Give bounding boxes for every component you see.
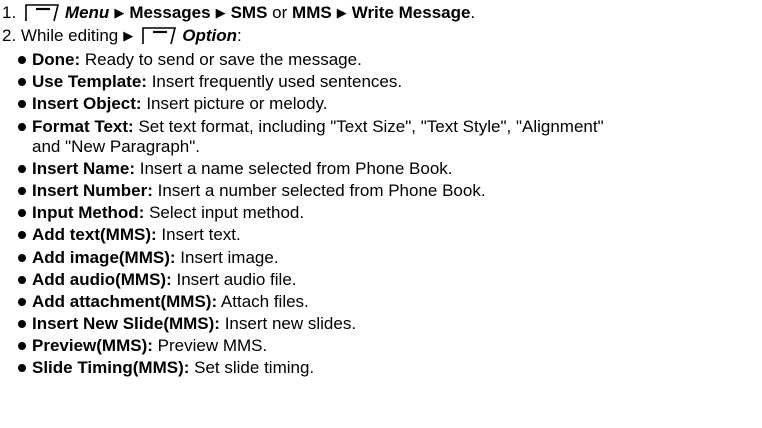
option-desc: Preview MMS. [157,336,268,356]
bullet-icon [18,342,26,351]
option-term: Input Method: [32,203,145,223]
step-1-end: . [470,3,476,22]
step-1-number: 1. [2,3,17,22]
option-term: Add text(MMS): [32,225,157,245]
option-term: Insert Object: [32,94,142,114]
bullet-icon [18,78,26,87]
step-2-end: : [237,26,242,45]
option-term: Use Template: [32,72,147,92]
option-desc: Insert image. [180,247,279,267]
option-term: Slide Timing(MMS): [32,358,190,378]
menu-label: Menu [64,3,110,22]
option-term: Format Text: [32,116,134,136]
option-desc: Insert a name selected from Phone Book. [139,158,453,178]
list-item-add-attachment: Add attachment(MMS): Attach files. [18,292,760,312]
list-item-add-image: Add image(MMS): Insert image. [18,248,760,268]
option-term: Add audio(MMS): [32,269,172,289]
option-desc: Insert picture or melody. [146,94,328,114]
option-desc-continued: and "New Paragraph". [32,136,200,156]
option-term: Add attachment(MMS): [32,291,218,311]
option-desc: Insert text. [161,225,241,245]
bullet-icon [18,164,26,173]
option-term: Insert Name: [32,158,135,178]
messages-label: Messages [129,3,211,22]
bullet-icon [18,231,26,240]
list-item-insert-name: Insert Name: Insert a name selected from… [18,159,760,179]
option-term: Insert Number: [32,180,153,200]
option-label: Option [182,26,238,45]
bullet-icon [18,297,26,306]
option-desc: Insert new slides. [224,314,357,334]
list-item-insert-new-slide: Insert New Slide(MMS): Insert new slides… [18,314,760,334]
option-desc: Set slide timing. [194,358,315,378]
option-desc: Insert audio file. [176,269,297,289]
manual-page: 1. Menu ▶ Messages ▶ SMS or MMS ▶ Write Messag… [0,0,762,428]
step-2-number: 2. [2,26,17,45]
list-item-add-text: Add text(MMS): Insert text. [18,225,760,245]
mms-label: MMS [292,3,332,22]
option-desc: Select input method. [149,203,305,223]
option-desc: Insert a number selected from Phone Book… [157,180,486,200]
list-item-insert-object: Insert Object: Insert picture or melody. [18,94,760,114]
right-triangle-icon: ▶ [114,5,125,20]
option-term: Insert New Slide(MMS): [32,314,220,334]
right-triangle-icon: ▶ [215,5,226,20]
step-1: 1. Menu ▶ Messages ▶ SMS or MMS ▶ Write Messag… [2,3,475,24]
write-message-label: Write Message [351,3,471,22]
option-desc: Ready to send or save the message. [84,50,362,69]
right-triangle-icon: ▶ [336,5,347,20]
option-desc: Attach files. [220,291,309,311]
list-item-add-audio: Add audio(MMS): Insert audio file. [18,270,760,290]
bullet-icon [18,209,26,218]
step-2: 2. While editing ▶ Option: [2,26,242,47]
list-item-use-template: Use Template: Insert frequently used sen… [18,72,760,92]
option-desc: Insert frequently used sentences. [151,72,403,92]
bullet-icon [18,186,26,195]
list-item-slide-timing: Slide Timing(MMS): Set slide timing. [18,358,760,378]
bullet-icon [18,364,26,373]
bullet-icon [18,100,26,109]
bullet-icon [18,122,26,131]
bullet-icon [18,253,26,262]
option-desc: Set text format, including "Text Size", … [138,116,604,136]
bullet-icon [18,275,26,284]
bullet-icon [18,320,26,329]
option-term: Preview(MMS): [32,336,153,356]
list-item-insert-number: Insert Number: Insert a number selected … [18,181,760,201]
list-item-input-method: Input Method: Select input method. [18,203,760,223]
or-text: or [272,3,288,22]
option-term: Add image(MMS): [32,247,176,267]
bullet-icon [18,56,26,64]
list-item-format-text: Format Text: Set text format, including … [18,117,760,157]
option-list: Done: Ready to send or save the message.… [18,50,760,381]
list-item-preview: Preview(MMS): Preview MMS. [18,336,760,356]
left-softkey-icon [25,4,59,22]
option-term: Done: [32,50,81,69]
list-item-done: Done: Ready to send or save the message. [18,50,760,70]
right-triangle-icon: ▶ [123,28,134,43]
sms-label: SMS [230,3,268,22]
left-softkey-icon [142,27,177,45]
while-editing-text: While editing [20,26,119,45]
